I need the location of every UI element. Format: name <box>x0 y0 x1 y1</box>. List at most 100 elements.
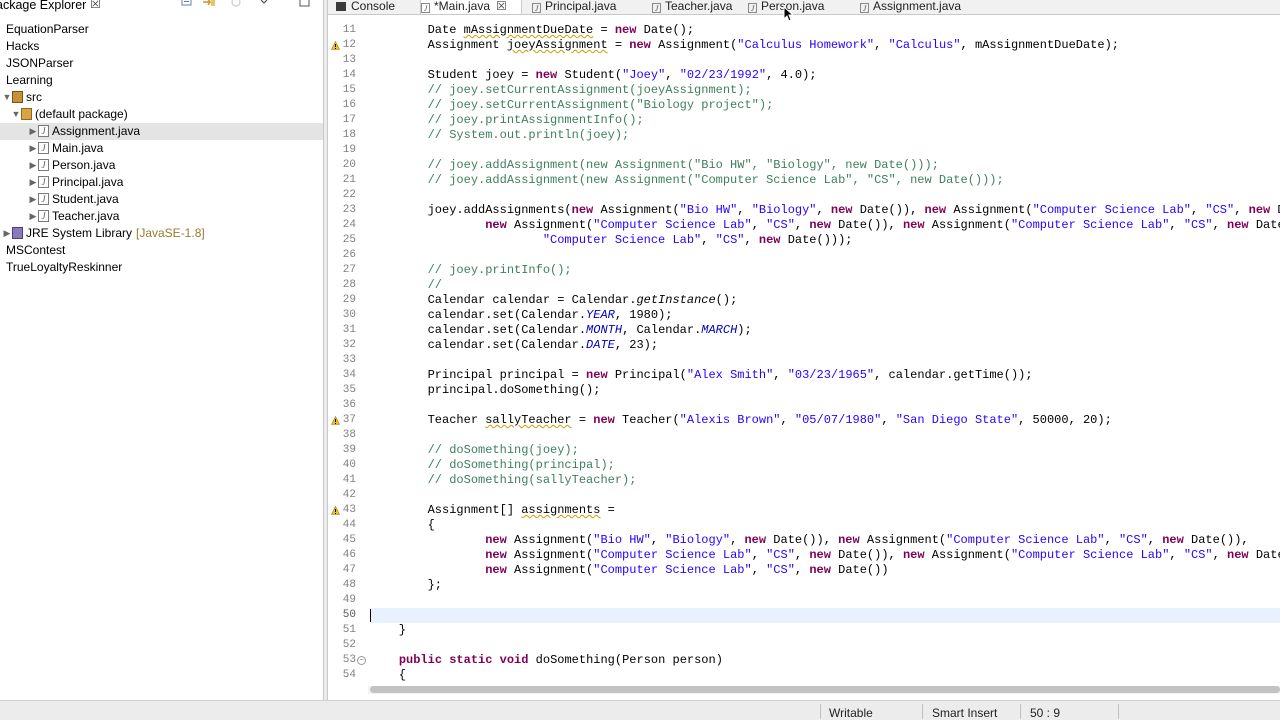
tree-item[interactable]: MSContest <box>0 242 323 259</box>
code-line[interactable] <box>370 608 1280 623</box>
expand-arrow-icon[interactable]: ▶ <box>28 211 38 221</box>
expand-arrow-icon[interactable]: ▶ <box>28 160 38 170</box>
collapse-arrow-icon[interactable]: ▼ <box>11 109 21 119</box>
code-line[interactable]: calendar.set(Calendar.MONTH, Calendar.MA… <box>370 323 752 338</box>
code-line[interactable]: { <box>370 668 406 682</box>
tab-person-java[interactable]: J Person.java <box>748 0 848 14</box>
code-token: "CS" <box>1205 203 1235 217</box>
tree-item[interactable]: ▶ J Teacher.java <box>0 208 323 225</box>
code-token: , <box>751 218 767 232</box>
code-line[interactable]: // joey.addAssignment(new Assignment("Bi… <box>370 158 939 173</box>
code-token: = <box>607 38 630 52</box>
code-line[interactable]: Assignment joeyAssignment = new Assignme… <box>370 38 1119 53</box>
close-view-icon[interactable]: ☒ <box>90 0 101 11</box>
code-line[interactable]: // doSomething(joey); <box>370 443 579 458</box>
code-token: , <box>1191 203 1206 217</box>
code-line[interactable]: } <box>370 623 406 638</box>
minimize-icon[interactable] <box>298 0 312 8</box>
tree-item[interactable]: ▶ J Student.java <box>0 191 323 208</box>
code-line[interactable]: Assignment[] assignments = <box>370 503 615 518</box>
tree-item[interactable]: EquationParser <box>0 21 323 38</box>
code-line[interactable]: // joey.printAssignmentInfo(); <box>370 113 644 128</box>
view-menu-icon[interactable] <box>257 0 271 8</box>
code-line[interactable]: Teacher sallyTeacher = new Teacher("Alex… <box>370 413 1112 428</box>
tab-assignment-java[interactable]: J Assignment.java <box>860 0 980 14</box>
tree-item[interactable]: ▶ J Person.java <box>0 157 323 174</box>
tree-item-label: Learning <box>6 73 53 87</box>
code-line[interactable]: joey.addAssignments(new Assignment("Bio … <box>370 203 1280 218</box>
tab-main-java[interactable]: J *Main.java ☒ <box>420 0 522 14</box>
warning-icon[interactable] <box>331 506 340 515</box>
tree-item-label: Main.java <box>52 141 104 155</box>
code-token: = <box>593 23 615 37</box>
tab-label: *Main.java <box>434 0 491 13</box>
code-line[interactable]: Calendar calendar = Calendar.getInstance… <box>370 293 738 308</box>
tree-item[interactable]: Learning <box>0 72 323 89</box>
expand-arrow-icon[interactable]: ▶ <box>28 194 38 204</box>
expand-arrow-icon[interactable]: ▶ <box>28 143 38 153</box>
tree-item[interactable]: TrueLoyaltyReskinner <box>0 259 323 276</box>
tree-item[interactable]: ▼ src <box>0 89 323 106</box>
code-token: , <box>737 203 752 217</box>
code-line[interactable]: calendar.set(Calendar.DATE, 23); <box>370 338 658 353</box>
code-line[interactable]: Student joey = new Student("Joey", "02/2… <box>370 68 817 83</box>
code-line[interactable]: "Computer Science Lab", "CS", new Date()… <box>370 233 853 248</box>
tree-item[interactable]: ▼ (default package) <box>0 106 323 123</box>
line-number: 29 <box>342 294 356 306</box>
tree-item[interactable]: ▶ JRE System Library [JavaSE-1.8] <box>0 225 323 242</box>
tree-item[interactable]: ▶ J Assignment.java <box>0 123 323 140</box>
close-tab-icon[interactable]: ☒ <box>496 0 507 13</box>
code-editor[interactable]: Date mAssignmentDueDate = new Date(); As… <box>370 22 1280 682</box>
code-token: Assignment( <box>506 563 594 577</box>
horizontal-scrollbar[interactable] <box>368 686 1280 694</box>
collapse-arrow-icon[interactable]: ▼ <box>2 92 12 102</box>
code-line[interactable]: public static void doSomething(Person pe… <box>370 653 723 668</box>
line-number-gutter: 11 12 13 14 15 16 17 18 19 20 21 22 23 24 25 26 27 28 29 30… <box>328 22 368 682</box>
code-line[interactable]: // doSomething(principal); <box>370 458 615 473</box>
horizontal-scrollbar-thumb[interactable] <box>370 686 1280 693</box>
fold-toggle-icon[interactable]: − <box>357 656 366 665</box>
code-line[interactable]: principal.doSomething(); <box>370 383 601 398</box>
code-line[interactable]: { <box>370 518 435 533</box>
code-line[interactable]: // joey.printInfo(); <box>370 263 572 278</box>
package-icon <box>21 108 32 120</box>
code-line[interactable]: new Assignment("Computer Science Lab", "… <box>370 218 1280 233</box>
tab-principal-java[interactable]: J Principal.java <box>532 0 642 14</box>
collapse-all-icon[interactable] <box>180 0 194 8</box>
code-line[interactable]: Principal principal = new Principal("Ale… <box>370 368 1033 383</box>
tab-console[interactable]: Console <box>336 0 416 14</box>
expand-arrow-icon[interactable]: ▶ <box>28 126 38 136</box>
code-line[interactable]: Date mAssignmentDueDate = new Date(); <box>370 23 694 38</box>
tree-item-label: src <box>26 90 42 104</box>
code-token: YEAR <box>586 308 615 322</box>
code-token: // doSomething(joey); <box>370 443 579 457</box>
code-token: // joey.setCurrentAssignment("Biology pr… <box>370 98 774 112</box>
code-line[interactable]: // System.out.println(joey); <box>370 128 630 143</box>
tree-item[interactable]: ▶ J Principal.java <box>0 174 323 191</box>
code-line[interactable]: new Assignment("Computer Science Lab", "… <box>370 563 888 578</box>
code-line[interactable]: new Assignment("Computer Science Lab", "… <box>370 548 1280 563</box>
code-line[interactable]: new Assignment("Bio HW", "Biology", new … <box>370 533 1248 548</box>
warning-icon[interactable] <box>331 416 340 425</box>
tree-item[interactable]: Hacks <box>0 38 323 55</box>
code-line[interactable]: // <box>370 278 442 293</box>
focus-icon[interactable] <box>229 0 243 8</box>
tab-teacher-java[interactable]: J Teacher.java <box>652 0 742 14</box>
code-token: , <box>874 38 889 52</box>
code-line[interactable]: // joey.setCurrentAssignment("Biology pr… <box>370 98 774 113</box>
warning-icon[interactable] <box>331 41 340 50</box>
code-line[interactable]: // joey.addAssignment(new Assignment("Co… <box>370 173 1004 188</box>
status-insert-mode[interactable]: Smart Insert <box>932 701 997 720</box>
package-explorer-title[interactable]: ackage Explorer <box>0 0 86 12</box>
tree-item[interactable]: ▶ J Main.java <box>0 140 323 157</box>
expand-arrow-icon[interactable]: ▶ <box>2 228 12 238</box>
tree-item[interactable]: JSONParser <box>0 55 323 72</box>
code-line[interactable]: // doSomething(sallyTeacher); <box>370 473 637 488</box>
code-line[interactable]: calendar.set(Calendar.YEAR, 1980); <box>370 308 673 323</box>
code-token: = <box>571 413 594 427</box>
link-with-editor-icon[interactable] <box>202 0 216 8</box>
code-token: Date()) <box>1255 218 1280 232</box>
code-line[interactable]: }; <box>370 578 442 593</box>
expand-arrow-icon[interactable]: ▶ <box>28 177 38 187</box>
code-line[interactable]: // joey.setCurrentAssignment(joeyAssignm… <box>370 83 752 98</box>
